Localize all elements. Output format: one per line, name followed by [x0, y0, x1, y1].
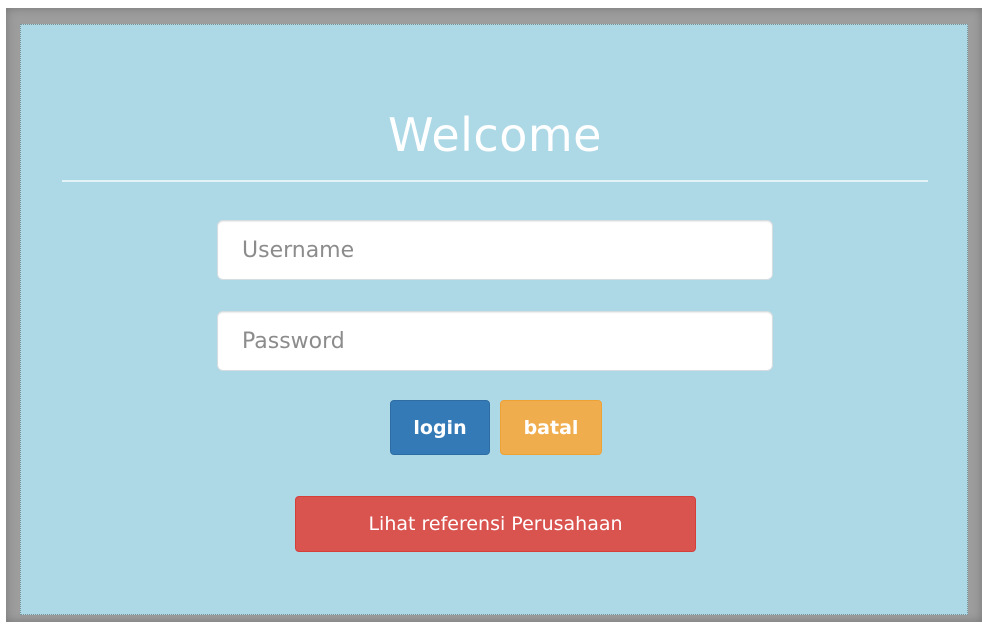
username-input[interactable]	[217, 220, 773, 280]
cancel-button[interactable]: batal	[500, 400, 602, 455]
password-input[interactable]	[217, 311, 773, 371]
title-divider	[62, 180, 928, 182]
login-panel: Welcome login batal Lihat referensi Peru…	[20, 24, 968, 615]
page-title: Welcome	[388, 108, 602, 162]
company-reference-button[interactable]: Lihat referensi Perusahaan	[295, 496, 696, 552]
login-button[interactable]: login	[390, 400, 490, 455]
